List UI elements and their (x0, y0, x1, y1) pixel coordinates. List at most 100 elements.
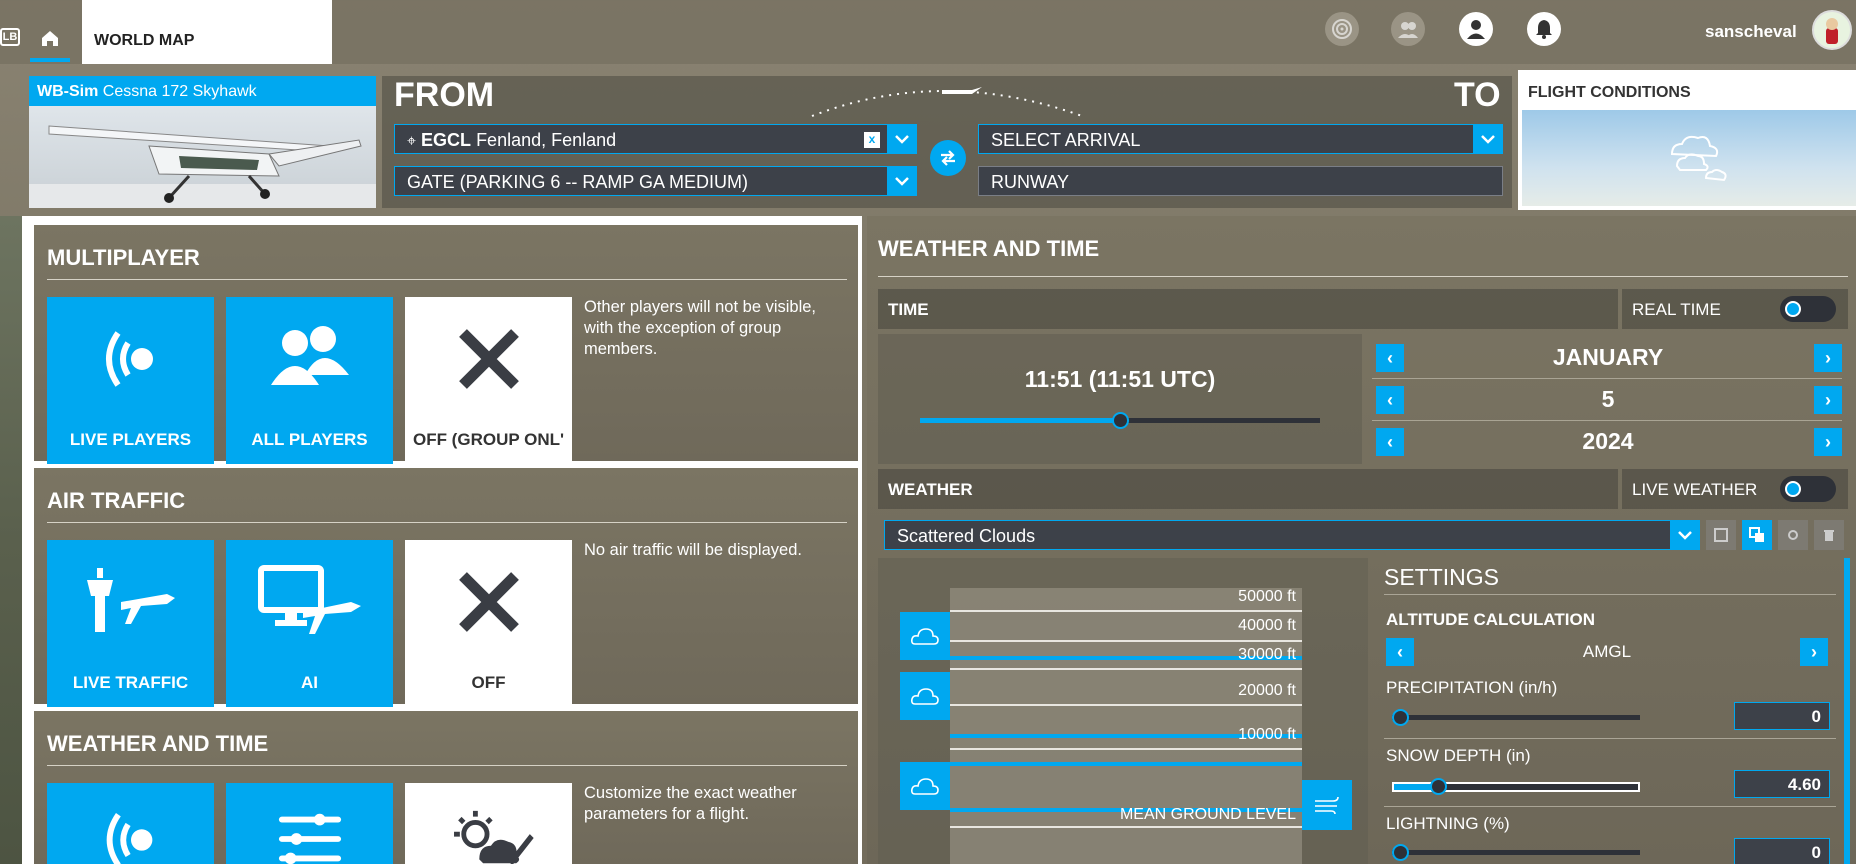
bell-icon[interactable] (1527, 12, 1561, 46)
live-weather-label: LIVE WEATHER (1632, 480, 1758, 499)
year-next-button[interactable]: › (1814, 428, 1842, 456)
monitor-plane-icon (257, 565, 361, 634)
arrival-placeholder: SELECT ARRIVAL (991, 130, 1141, 150)
real-time-toggle[interactable] (1780, 296, 1836, 322)
air-traffic-title: AIR TRAFFIC (47, 488, 186, 513)
broadcast-icon (106, 813, 152, 864)
preset-settings-button[interactable] (1778, 520, 1808, 550)
arrival-field[interactable]: SELECT ARRIVAL (978, 124, 1503, 154)
altitude-label: 20000 ft (1238, 682, 1296, 699)
time-row: TIME (878, 289, 1618, 329)
to-label: TO (1454, 76, 1501, 114)
radar-icon[interactable] (1325, 12, 1359, 46)
altitude-scale: 50000 ft 40000 ft 30000 ft 20000 ft 1000… (950, 588, 1302, 864)
precipitation-slider[interactable] (1392, 709, 1640, 726)
copy-icon (1749, 527, 1764, 542)
duplicate-preset-button[interactable] (1742, 520, 1772, 550)
lightning-slider[interactable] (1392, 844, 1640, 861)
cloud-icon (1670, 135, 1727, 182)
lb-button-hint: LB (0, 28, 20, 46)
settings-scrollbar[interactable] (1844, 558, 1850, 864)
snow-depth-slider[interactable] (1392, 778, 1640, 795)
chevron-down-icon[interactable] (1670, 521, 1699, 549)
aircraft-card[interactable]: WB-Sim Cessna 172 Skyhawk (29, 76, 376, 208)
custom-weather-tile[interactable] (405, 783, 572, 864)
off-group-only-tile[interactable]: OFF (GROUP ONL' (405, 297, 572, 464)
weather-preset: Scattered Clouds (897, 526, 1036, 546)
control-tower-icon (86, 568, 175, 632)
day-prev-button[interactable]: ‹ (1376, 386, 1404, 414)
time-label: TIME (888, 300, 929, 319)
cloud-layer-button[interactable] (900, 672, 950, 720)
flight-conditions-card[interactable]: FLIGHT CONDITIONS (1518, 70, 1856, 210)
settings-title: SETTINGS (1384, 564, 1500, 590)
month-next-button[interactable]: › (1814, 344, 1842, 372)
month-prev-button[interactable]: ‹ (1376, 344, 1404, 372)
day-next-button[interactable]: › (1814, 386, 1842, 414)
close-icon (458, 572, 519, 632)
profile-icon[interactable] (1459, 12, 1493, 46)
snow-depth-input[interactable]: 4.60 (1734, 770, 1830, 798)
swap-route-button[interactable] (930, 140, 966, 176)
gear-icon (1788, 530, 1798, 540)
delete-preset-button[interactable] (1814, 520, 1844, 550)
weather-preset-select[interactable]: Scattered Clouds (884, 520, 1700, 550)
wind-button[interactable] (1302, 780, 1352, 830)
live-traffic-label: LIVE TRAFFIC (72, 673, 189, 692)
location-icon: ⌖ (407, 133, 417, 150)
save-preset-button[interactable] (1706, 520, 1736, 550)
altitude-label: 50000 ft (1238, 588, 1296, 605)
altitude-label: MEAN GROUND LEVEL (1119, 806, 1296, 823)
live-traffic-tile[interactable]: LIVE TRAFFIC (47, 540, 214, 707)
avatar[interactable] (1812, 10, 1852, 50)
trash-icon (1824, 530, 1834, 541)
tab-world-map[interactable]: WORLD MAP (82, 0, 332, 64)
departure-code: EGCL (421, 130, 472, 150)
arrival-spawn-field[interactable]: RUNWAY (978, 166, 1503, 196)
real-time-row: REAL TIME (1622, 289, 1848, 329)
chevron-down-icon[interactable] (887, 167, 916, 195)
ai-traffic-tile[interactable]: AI (226, 540, 393, 707)
live-weather-toggle[interactable] (1780, 476, 1836, 502)
off-traffic-tile[interactable]: OFF (405, 540, 572, 707)
departure-name: Fenland, Fenland (476, 130, 617, 150)
lightning-input[interactable]: 0 (1734, 838, 1830, 864)
altitude-label: 30000 ft (1238, 646, 1296, 663)
precipitation-label: PRECIPITATION (in/h) (1386, 678, 1558, 697)
chevron-down-icon[interactable] (887, 125, 916, 153)
time-box: 11:51 (11:51 UTC) (878, 334, 1362, 464)
wind-icon (1315, 796, 1339, 815)
altitude-calc-next-button[interactable]: › (1800, 638, 1828, 666)
cloud-layer-button[interactable] (900, 762, 950, 810)
clear-departure-button[interactable]: x (864, 132, 880, 148)
year-prev-button[interactable]: ‹ (1376, 428, 1404, 456)
home-tab[interactable] (30, 0, 70, 64)
save-icon (1714, 528, 1728, 542)
flight-conditions-title: FLIGHT CONDITIONS (1528, 84, 1691, 101)
chevron-down-icon[interactable] (1473, 125, 1502, 153)
precipitation-input[interactable]: 0 (1734, 702, 1830, 730)
live-weather-tile[interactable] (47, 783, 214, 864)
all-players-tile[interactable]: ALL PLAYERS (226, 297, 393, 464)
cloud-layer-button[interactable] (900, 612, 950, 660)
live-players-tile[interactable]: LIVE PLAYERS (47, 297, 214, 464)
multiplayer-section: MULTIPLAYER LIVE PLAYERS ALL PLAYERS OFF… (34, 225, 858, 464)
air-traffic-section: AIR TRAFFIC LIVE TRAFFIC AI OFF No air t… (34, 468, 858, 707)
departure-field[interactable]: ⌖ EGCL Fenland, Fenland x (394, 124, 917, 154)
ai-traffic-label: AI (301, 673, 318, 692)
real-time-label: REAL TIME (1632, 300, 1721, 319)
all-players-label: ALL PLAYERS (251, 430, 368, 449)
username[interactable]: sanscheval (1705, 22, 1797, 42)
weather-label: WEATHER (888, 480, 973, 499)
departure-spawn-field[interactable]: GATE (PARKING 6 -- RAMP GA MEDIUM) (394, 166, 917, 196)
weather-time-section-left: WEATHER AND TIME Customize the exact wea… (34, 711, 858, 864)
settings-panel: SETTINGS ALTITUDE CALCULATION ‹ AMGL › P… (1376, 558, 1846, 864)
multiplayer-description: Other players will not be visible, with … (584, 298, 817, 358)
altitude-calc-prev-button[interactable]: ‹ (1386, 638, 1414, 666)
preset-weather-tile[interactable] (226, 783, 393, 864)
day-value: 5 (1601, 386, 1615, 412)
time-slider[interactable] (920, 412, 1320, 429)
altitude-label: 40000 ft (1238, 617, 1296, 634)
group-icon (270, 326, 349, 385)
group-icon[interactable] (1391, 12, 1425, 46)
